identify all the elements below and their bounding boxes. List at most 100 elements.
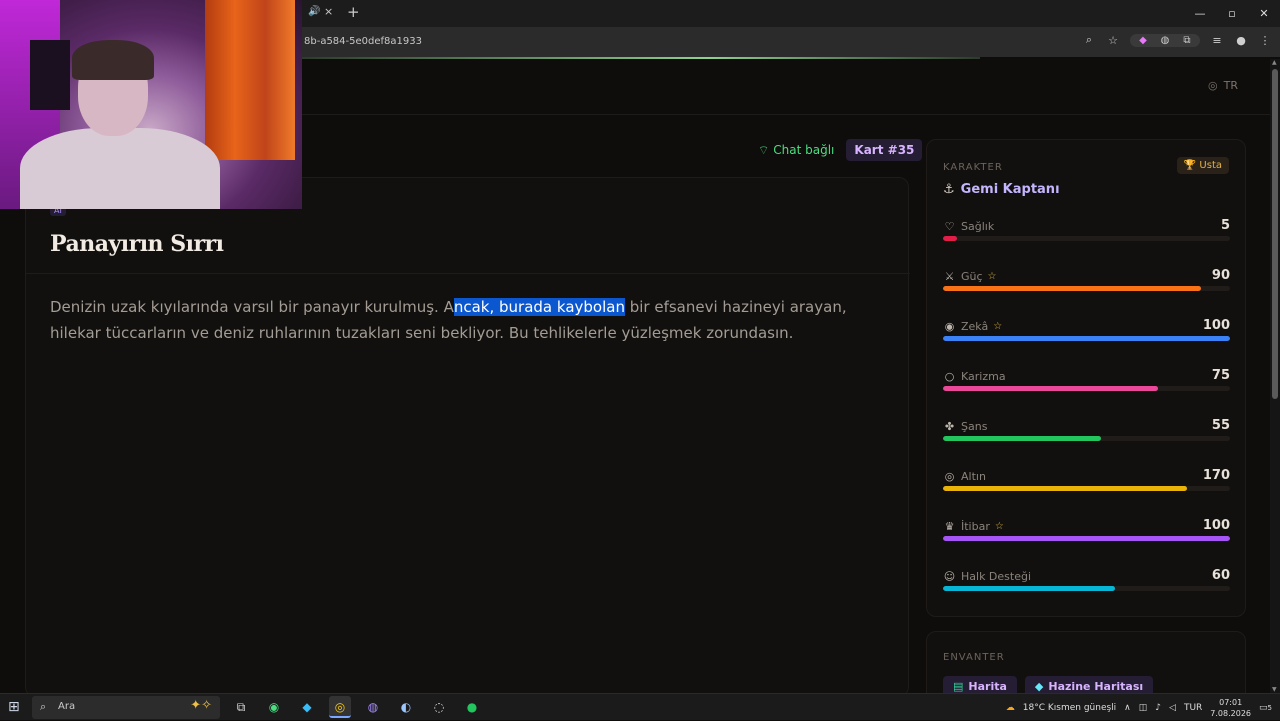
story-text-part: Denizin uzak kıyılarında varsıl bir pana… [50,298,454,316]
gem-icon: ◆ [1034,680,1044,693]
status-row: ⌔ Chat bağlı Kart #35 [758,139,923,161]
stat-label-group: ✤ Şans [943,420,988,433]
stat-row: ⚔ Güç ☆ 90 [943,268,1230,320]
webcam-overlay [0,0,302,209]
profile-avatar[interactable]: ● [1234,34,1248,47]
stat-row: ○ Karizma 75 [943,368,1230,420]
weather-label[interactable]: 18°C Kısmen güneşli [1023,703,1116,713]
stat-label: Altın [961,470,986,483]
stat-bar-fill [943,536,1230,541]
tab-close-button[interactable]: × [324,5,333,18]
extension-icon[interactable]: ◆ [1136,35,1150,46]
task-view-icon[interactable]: ⧉ [230,696,252,718]
network-icon[interactable]: ◫ [1139,703,1148,713]
tray-expand-icon[interactable]: ∧ [1124,703,1131,713]
selected-text: ncak, burada kaybolan [453,298,625,316]
app-icon[interactable]: ◉ [263,696,285,718]
stat-bar-track [943,586,1230,591]
wifi-icon: ⌔ [758,142,770,157]
stat-label: İtibar [961,520,990,533]
stat-row: ♡ Sağlık 5 [943,218,1230,270]
page-scrollbar[interactable]: ▲ ▼ [1270,59,1280,693]
stat-bar-fill [943,336,1230,341]
windows-taskbar: ⊞ ⌕ Ara ✦✧ ⧉ ◉ ◆ ◎ ◍ ◐ ◌ ● ☁ 18°C Kısmen… [0,693,1280,720]
puzzle-icon[interactable]: ⧉ [1180,35,1194,46]
app-icon[interactable]: ◆ [296,696,318,718]
scrollbar-thumb[interactable] [1272,69,1278,399]
bookmark-star-icon[interactable]: ☆ [1106,34,1120,47]
chrome-icon[interactable]: ◎ [329,696,351,718]
restore-button[interactable]: ▫ [1216,0,1248,27]
stat-label: Halk Desteği [961,570,1032,583]
crown-icon: ♛ [944,520,955,533]
stat-bar-fill [943,386,1159,391]
stat-label-group: ♡ Sağlık [943,220,995,233]
stat-label-group: ☺ Halk Desteği [943,570,1031,583]
stat-value: 100 [1202,318,1230,333]
stat-row: ☺ Halk Desteği 60 [943,568,1230,620]
inventory-item[interactable]: ◆ Hazine Haritası [1024,676,1154,693]
stat-value: 60 [1211,568,1230,583]
weather-icon[interactable]: ☁ [1006,703,1015,713]
app-icon[interactable]: ◌ [428,696,450,718]
input-language[interactable]: TUR [1184,703,1202,713]
stat-label: Şans [961,420,988,433]
star-icon: ☆ [987,271,997,282]
extension-icon[interactable]: ◍ [1158,35,1172,46]
notification-count: 5 [1267,703,1272,712]
clock[interactable]: 07:01 7.08.2026 [1210,697,1251,719]
rank-label: Usta [1199,160,1222,171]
anchor-icon: ⚓ [943,182,955,197]
webcam-monitor-shape [30,40,70,110]
app-icon[interactable]: ◍ [362,696,384,718]
chat-status: ⌔ Chat bağlı [758,143,834,158]
star-icon: ☆ [994,521,1004,532]
language-switcher[interactable]: ◎ TR [1208,79,1238,92]
volume-icon[interactable]: ◁ [1169,703,1176,713]
stat-bar-track [943,486,1230,491]
card-number-badge: Kart #35 [846,139,923,161]
inventory-item-label: Hazine Haritası [1048,680,1144,693]
stat-bar-fill [943,236,958,241]
clock-time: 07:01 [1219,697,1243,707]
inventory-item[interactable]: ▤ Harita [943,676,1017,693]
minimize-button[interactable]: — [1184,0,1216,27]
system-tray: ☁ 18°C Kısmen güneşli ∧ ◫ ♪ ◁ TUR 07:01 … [1006,694,1280,721]
globe-icon: ◎ [1208,79,1218,92]
section-label: KARAKTER [943,162,1003,173]
stats-list: ♡ Sağlık 5 ⚔ Güç ☆ 90 ◉ Zekâ ☆ 100 ○ Karizma 75 ✤ Şans 5… [943,218,1230,620]
stat-value: 5 [1220,218,1230,233]
start-button[interactable]: ⊞ [8,699,20,715]
notifications-icon[interactable]: ▭5 [1259,703,1272,713]
media-control-icon[interactable]: ≡ [1210,34,1224,47]
stat-bar-fill [943,436,1101,441]
mic-icon[interactable]: ♪ [1155,703,1161,713]
zoom-icon[interactable]: ⌕ [1082,33,1096,47]
spotify-icon[interactable]: ● [461,696,483,718]
heart-icon: ♡ [944,220,955,233]
stat-row: ◉ Zekâ ☆ 100 [943,318,1230,370]
language-label: TR [1223,79,1238,92]
stat-label: Zekâ [961,320,989,333]
stat-value: 75 [1211,368,1230,383]
stat-bar-track [943,286,1230,291]
stat-bar-fill [943,586,1116,591]
new-tab-button[interactable]: + [347,3,360,21]
character-name: ⚓ Gemi Kaptanı [943,182,1060,197]
menu-kebab-icon[interactable]: ⋮ [1258,34,1272,47]
webcam-person-body [20,128,220,209]
search-placeholder: Ara [58,701,76,712]
stat-bar-track [943,536,1230,541]
close-window-button[interactable]: ✕ [1248,0,1280,27]
inventory-items: ▤ Harita ◆ Hazine Haritası [943,676,1154,693]
taskbar-search[interactable]: ⌕ Ara ✦✧ [32,696,220,719]
url-field[interactable]: 8b-a584-5e0def8a1933 [304,36,422,47]
tab-audio-icon[interactable]: 🔊 [308,6,320,17]
trophy-icon: 🏆 [1183,160,1197,171]
scroll-up-icon[interactable]: ▲ [1272,59,1277,66]
stat-bar-track [943,236,1230,241]
scroll-down-icon[interactable]: ▼ [1272,686,1277,693]
stat-row: ✤ Şans 55 [943,418,1230,470]
steam-icon[interactable]: ◐ [395,696,417,718]
story-text[interactable]: Denizin uzak kıyılarında varsıl bir pana… [50,294,880,346]
